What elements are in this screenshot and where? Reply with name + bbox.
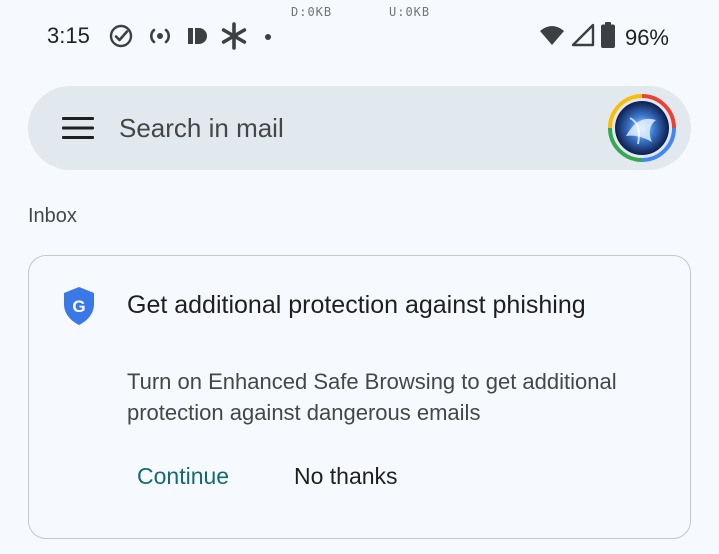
continue-button[interactable]: Continue: [137, 463, 229, 490]
net-download-speed: D:0KB: [291, 5, 333, 19]
battery-percent: 96%: [624, 24, 669, 50]
id-icon: [186, 25, 208, 47]
battery-icon: [600, 22, 615, 53]
mailbox-label: Inbox: [28, 205, 77, 227]
dot-icon: [260, 25, 276, 47]
svg-text:G: G: [72, 297, 85, 316]
safe-browsing-promo-card: G Get additional protection against phis…: [28, 255, 691, 539]
asterisk-icon: [220, 22, 248, 50]
search-bar[interactable]: Search in mail: [28, 86, 691, 170]
status-system-icons: 96%: [539, 22, 669, 53]
broadcast-icon: [146, 25, 174, 47]
status-notification-icons: [108, 22, 276, 50]
google-shield-icon: G: [62, 286, 96, 331]
promo-body: Turn on Enhanced Safe Browsing to get ad…: [127, 369, 617, 425]
account-avatar[interactable]: [608, 94, 676, 162]
wifi-icon: [539, 24, 565, 51]
search-input[interactable]: Search in mail: [119, 113, 284, 144]
net-upload-speed: U:0KB: [389, 5, 431, 19]
promo-title: Get additional protection against phishi…: [127, 291, 586, 319]
status-bar: 3:15 D:0KB U:0KB 96%: [0, 0, 719, 72]
status-time: 3:15: [47, 23, 90, 48]
no-thanks-button[interactable]: No thanks: [294, 463, 398, 490]
check-circle-icon: [108, 23, 134, 49]
menu-icon[interactable]: [62, 116, 94, 140]
cell-signal-icon: [571, 23, 595, 52]
